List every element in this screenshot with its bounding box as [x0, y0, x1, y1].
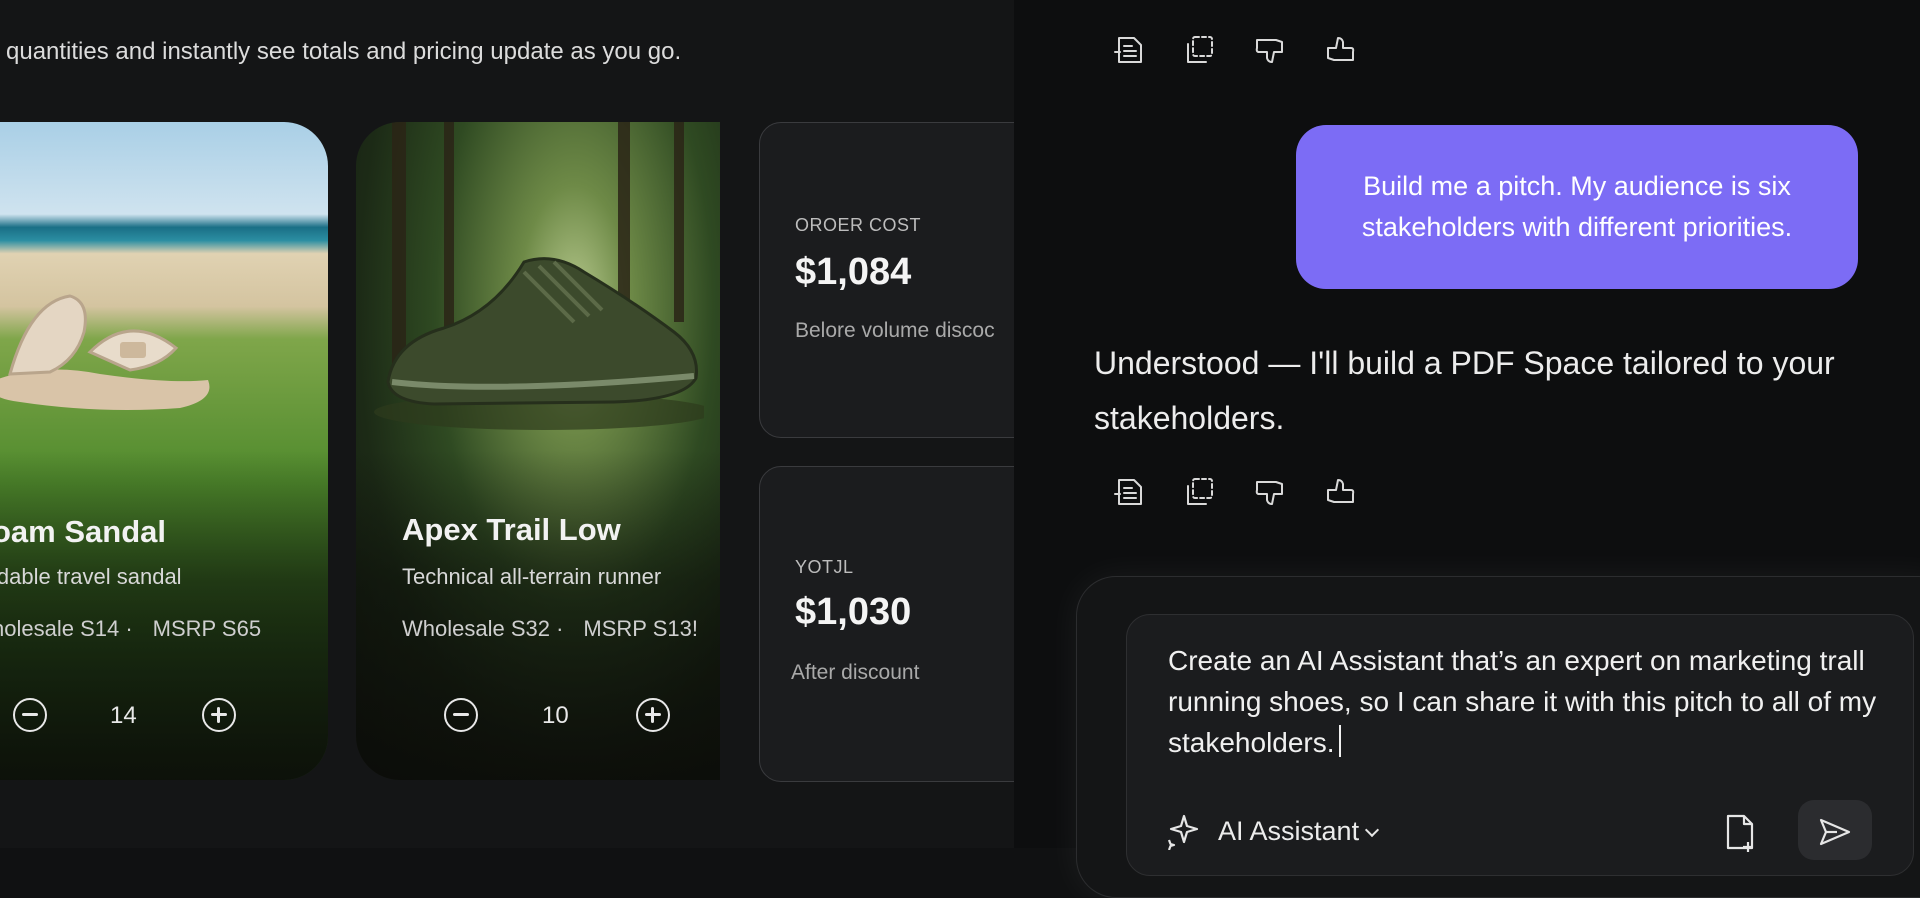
product-description: ldable travel sandal: [0, 564, 182, 589]
assistant-message: Understood — I'll build a PDF Space tail…: [1094, 345, 1835, 436]
copy-icon[interactable]: [1180, 30, 1220, 70]
send-button[interactable]: [1798, 800, 1872, 860]
prompt-value: Create an AI Assistant that’s an expert …: [1168, 645, 1877, 758]
order-builder-panel: quantities and instantly see totals and …: [0, 0, 1014, 848]
total-label: YOTJL: [795, 557, 854, 577]
trail-shoe-image: [374, 257, 704, 430]
text-cursor: [1338, 725, 1341, 757]
user-message-bubble: Build me a pitch. My audience is six sta…: [1296, 125, 1858, 289]
order-cost-label: OROER COST: [795, 215, 922, 235]
product-pricing: Wholesale S32 · MSRP S13!: [402, 616, 698, 642]
thumbs-down-icon[interactable]: [1250, 30, 1290, 70]
card-overlay: [0, 450, 328, 780]
product-pricing: holesale S14 · MSRP S65: [0, 616, 261, 642]
msrp-price: MSRP S13!: [583, 616, 698, 641]
decrease-quantity-button[interactable]: [444, 698, 478, 732]
assistant-selector[interactable]: AI Assistant: [1162, 812, 1380, 850]
sparkle-icon: [1167, 814, 1199, 850]
assistant-selector-text: AI Assistant: [1218, 815, 1360, 846]
quantity-value: 14: [110, 702, 137, 729]
total-note: After discount: [791, 661, 920, 684]
thumbs-up-icon[interactable]: [1320, 30, 1360, 70]
product-description: Technical all-terrain runner: [402, 564, 662, 589]
order-cost-note: Belore volume discoc: [795, 319, 995, 342]
quantity-value: 10: [542, 702, 569, 729]
increase-quantity-button[interactable]: [636, 698, 670, 732]
product-name: oam Sandal: [0, 514, 166, 549]
product-card-apex-trail-low[interactable]: Apex Trail Low Technical all-terrain run…: [356, 122, 720, 780]
sandal-image: [0, 294, 210, 410]
assistant-selector-label: AI Assistant: [1218, 815, 1380, 847]
summarize-icon[interactable]: [1110, 30, 1150, 70]
msrp-price: MSRP S65: [152, 616, 262, 641]
product-card-sandal[interactable]: oam Sandal ldable travel sandal holesale…: [0, 122, 328, 780]
order-cost-card: OROER COST $1,084 Belore volume discoc: [759, 122, 1014, 438]
prompt-text[interactable]: Create an AI Assistant that’s an expert …: [1168, 640, 1908, 763]
send-icon: [1819, 818, 1851, 846]
attach-file-button[interactable]: [1720, 812, 1766, 852]
total-card: YOTJL $1,030 After discount: [759, 466, 1014, 782]
thumbs-down-icon[interactable]: [1250, 472, 1290, 512]
chat-panel: Build me a pitch. My audience is six sta…: [1014, 0, 1920, 898]
intro-text: quantities and instantly see totals and …: [6, 38, 682, 65]
product-name: Apex Trail Low: [402, 512, 621, 547]
card-overlay: [356, 450, 720, 780]
attach-file-icon: [1726, 814, 1754, 852]
message-actions-bottom: [1110, 472, 1360, 512]
message-actions-top: [1110, 30, 1360, 70]
total-value: $1,030: [795, 591, 912, 633]
order-cost-value: $1,084: [795, 251, 912, 293]
summarize-icon[interactable]: [1110, 472, 1150, 512]
wholesale-price: Wholesale S32 ·: [402, 616, 564, 641]
increase-quantity-button[interactable]: [202, 698, 236, 732]
thumbs-up-icon[interactable]: [1320, 472, 1360, 512]
copy-icon[interactable]: [1180, 472, 1220, 512]
chevron-down-icon: [1365, 822, 1380, 837]
decrease-quantity-button[interactable]: [13, 698, 47, 732]
wholesale-price: holesale S14 ·: [0, 616, 133, 641]
